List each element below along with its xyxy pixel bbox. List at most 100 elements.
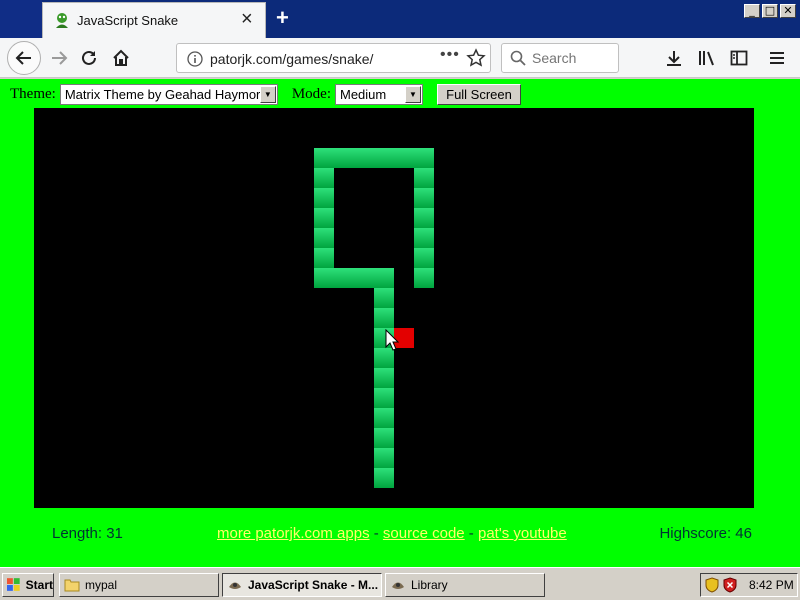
more-apps-link[interactable]: more patorjk.com apps — [217, 525, 370, 542]
chevron-down-icon[interactable]: ▼ — [405, 85, 421, 103]
mypal-browser-icon — [229, 582, 241, 589]
clock: 8:42 PM — [749, 578, 794, 592]
snake-segment — [334, 268, 354, 288]
system-tray: 8:42 PM — [700, 573, 798, 597]
home-icon — [113, 49, 129, 66]
tab-javascript-snake[interactable]: JavaScript Snake × — [42, 2, 266, 38]
theme-select[interactable]: Matrix Theme by Geahad Haymor ▼ — [59, 83, 278, 105]
youtube-link[interactable]: pat's youtube — [478, 525, 567, 542]
task-javascript-snake[interactable]: JavaScript Snake - M... — [222, 573, 382, 597]
snake-segment — [394, 148, 414, 168]
home-button[interactable] — [106, 43, 136, 73]
minimize-button[interactable]: _ — [744, 4, 760, 18]
snake-segment — [374, 148, 394, 168]
mypal-browser-icon — [392, 582, 404, 589]
page-actions-icon[interactable]: ••• — [440, 46, 460, 64]
search-box[interactable] — [501, 43, 619, 73]
hamburger-menu-icon — [770, 52, 784, 64]
mouse-cursor-icon — [385, 329, 399, 351]
download-icon — [667, 51, 681, 66]
theme-label: Theme: — [10, 85, 56, 102]
folder-icon — [64, 579, 80, 592]
start-label: Start — [25, 578, 53, 592]
forward-button[interactable] — [44, 43, 74, 73]
snake-segment — [414, 208, 434, 228]
search-input[interactable] — [532, 50, 612, 66]
full-screen-button[interactable]: Full Screen — [437, 83, 521, 105]
tab-title: JavaScript Snake — [77, 13, 179, 28]
snake-segment — [374, 408, 394, 428]
snake-segment — [414, 188, 434, 208]
snake-segment — [334, 148, 354, 168]
link-separator: - — [369, 525, 383, 542]
snake-segment — [354, 148, 374, 168]
snake-segment — [414, 268, 434, 288]
windows-logo-icon — [7, 578, 20, 591]
title-bar: JavaScript Snake × + _ □ ✕ — [0, 0, 800, 38]
menu-button[interactable] — [762, 43, 792, 73]
task-library[interactable]: Library — [385, 573, 545, 597]
snake-segment — [374, 308, 394, 328]
chevron-down-icon[interactable]: ▼ — [259, 85, 276, 103]
link-separator: - — [464, 525, 478, 542]
snake-segment — [414, 228, 434, 248]
shield-icon[interactable] — [705, 577, 719, 593]
game-board[interactable] — [34, 108, 754, 508]
bookmark-star-icon[interactable] — [466, 48, 486, 68]
footer-links: more patorjk.com apps - source code - pa… — [217, 525, 567, 542]
source-code-link[interactable]: source code — [383, 525, 465, 542]
start-button[interactable]: Start — [2, 573, 54, 597]
snake-segment — [374, 468, 394, 488]
sidebar-icon — [730, 50, 748, 66]
snake-segment — [374, 428, 394, 448]
url-bar[interactable]: patorjk.com/games/snake/ ••• — [176, 43, 491, 73]
url-text[interactable]: patorjk.com/games/snake/ — [210, 51, 373, 67]
game-footer: Length: 31 more patorjk.com apps - sourc… — [0, 519, 800, 549]
taskbar: Start mypal JavaScript Snake - M... Libr… — [0, 567, 800, 600]
snake-segment — [374, 348, 394, 368]
task-label: JavaScript Snake - M... — [248, 578, 379, 592]
snake-segment — [414, 248, 434, 268]
downloads-button[interactable] — [659, 43, 689, 73]
title-bar-corner — [0, 0, 42, 38]
task-label: mypal — [85, 578, 118, 592]
search-icon — [510, 50, 526, 66]
game-controls: Theme: Matrix Theme by Geahad Haymor ▼ M… — [10, 83, 521, 105]
sidebar-button[interactable] — [724, 43, 754, 73]
theme-value: Matrix Theme by Geahad Haymor — [64, 86, 261, 102]
info-icon[interactable] — [187, 51, 203, 67]
highscore: Highscore: 46 — [659, 525, 752, 542]
reload-button[interactable] — [74, 43, 104, 73]
navigation-bar: patorjk.com/games/snake/ ••• — [0, 38, 800, 78]
snake-segment — [374, 368, 394, 388]
snake-segment — [374, 268, 394, 288]
task-label: Library — [411, 578, 448, 592]
snake-segment — [414, 148, 434, 168]
mode-select[interactable]: Medium ▼ — [335, 83, 423, 105]
snake-segment — [414, 168, 434, 188]
snake-segment — [374, 288, 394, 308]
library-button[interactable] — [692, 43, 722, 73]
tab-close-icon[interactable]: × — [241, 9, 253, 29]
snake-segment — [374, 388, 394, 408]
forward-arrow-icon — [52, 51, 68, 65]
snake-favicon-icon — [56, 13, 68, 28]
security-alert-icon[interactable] — [723, 577, 737, 593]
snake-segment — [314, 188, 334, 208]
new-tab-button[interactable]: + — [276, 6, 289, 30]
task-mypal[interactable]: mypal — [59, 573, 219, 597]
snake-segment — [354, 268, 374, 288]
maximize-button[interactable]: □ — [762, 4, 778, 18]
mode-value: Medium — [340, 86, 387, 102]
back-arrow-icon — [15, 51, 31, 65]
snake-segment — [314, 148, 334, 168]
length-counter: Length: 31 — [52, 525, 123, 542]
close-window-button[interactable]: ✕ — [780, 4, 796, 18]
reload-icon — [82, 50, 96, 65]
window-controls: _ □ ✕ — [744, 4, 796, 18]
snake-page: Theme: Matrix Theme by Geahad Haymor ▼ M… — [0, 79, 800, 567]
mode-label: Mode: — [291, 85, 331, 102]
snake-segment — [314, 208, 334, 228]
library-icon — [699, 51, 714, 66]
back-button[interactable] — [7, 41, 41, 75]
